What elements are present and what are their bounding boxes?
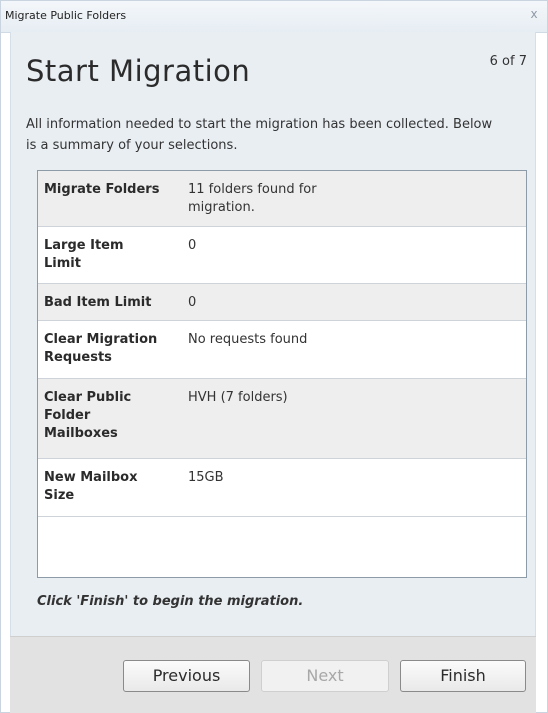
page-title: Start Migration: [26, 54, 251, 88]
summary-row-label: Clear Migration Requests: [44, 332, 158, 365]
previous-button[interactable]: Previous: [123, 660, 250, 692]
summary-row-clear-migration-requests: Clear Migration Requests No requests fou…: [38, 321, 526, 379]
summary-row-label: New Mailbox Size: [44, 470, 138, 503]
window-title: Migrate Public Folders: [5, 9, 127, 22]
summary-row-label: Large Item Limit: [44, 238, 124, 271]
summary-row-new-mailbox-size: New Mailbox Size 15GB: [38, 459, 526, 517]
summary-row-value: No requests found: [188, 332, 308, 347]
summary-row-value: HVH (7 folders): [188, 390, 288, 405]
summary-row-value: 0: [188, 295, 197, 310]
summary-row-value: 15GB: [188, 470, 224, 485]
summary-row-clear-public-folder-mailboxes: Clear Public Folder Mailboxes HVH (7 fol…: [38, 379, 526, 459]
summary-row-large-item-limit: Large Item Limit 0: [38, 227, 526, 284]
title-bar: Migrate Public Folders x: [1, 1, 547, 33]
summary-table: Migrate Folders 11 folders found for mig…: [37, 170, 527, 578]
summary-row-label: Clear Public Folder Mailboxes: [44, 390, 132, 441]
next-button[interactable]: Next: [261, 660, 389, 692]
finish-instruction: Click 'Finish' to begin the migration.: [37, 594, 304, 609]
summary-row-value: 0: [188, 238, 197, 253]
intro-text: All information needed to start the migr…: [26, 117, 493, 153]
summary-row-label: Migrate Folders: [44, 182, 160, 197]
step-indicator: 6 of 7: [489, 54, 527, 69]
summary-row-label: Bad Item Limit: [44, 295, 152, 310]
summary-row-migrate-folders: Migrate Folders 11 folders found for mig…: [38, 171, 526, 227]
summary-row-value: 11 folders found for migration.: [188, 182, 317, 215]
summary-row-bad-item-limit: Bad Item Limit 0: [38, 284, 526, 321]
finish-button[interactable]: Finish: [400, 660, 526, 692]
close-icon[interactable]: x: [527, 7, 541, 21]
